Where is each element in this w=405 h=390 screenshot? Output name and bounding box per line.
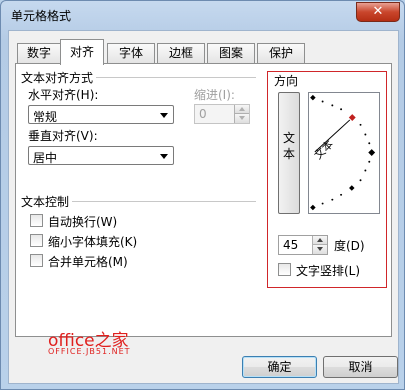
watermark-url: OFFICE.JB51.NET [48, 347, 131, 356]
degrees-label: 度(D) [334, 239, 365, 253]
close-button[interactable]: ✕ [356, 2, 400, 22]
degrees-decrease-button[interactable] [312, 245, 327, 254]
arrow-up-icon [239, 107, 245, 111]
dial-marker-top [310, 94, 316, 101]
vertical-align-label: 垂直对齐(V): [28, 129, 98, 143]
tab-patterns[interactable]: 图案 [207, 43, 255, 64]
vertical-text-button[interactable]: 文 本 [278, 92, 300, 214]
vertical-align-value: 居中 [33, 151, 58, 165]
vertical-text-char: 文 [283, 131, 296, 145]
orientation-dial[interactable]: 文本 [308, 92, 380, 214]
vertical-stack-label: 文字竖排(L) [296, 264, 361, 278]
wrap-text-checkbox[interactable] [30, 214, 43, 227]
cancel-button[interactable]: 取消 [323, 356, 398, 378]
merge-cells-checkbox[interactable] [30, 254, 43, 267]
indent-stepper[interactable]: 0 [194, 104, 250, 124]
orientation-group-label: 方向 [274, 72, 302, 89]
dial-marker-bottom [310, 204, 316, 211]
dial-marker-selected [348, 114, 356, 121]
degrees-stepper[interactable]: 45 [278, 235, 328, 255]
arrow-down-icon [239, 116, 245, 120]
shrink-to-fit-checkbox[interactable] [30, 234, 43, 247]
tab-border[interactable]: 边框 [157, 43, 205, 64]
indent-label: 缩进(I): [194, 88, 235, 102]
arrow-down-icon [317, 247, 323, 251]
degrees-value: 45 [283, 238, 299, 252]
text-alignment-group-label: 文本对齐方式 [21, 69, 97, 86]
ok-button[interactable]: 确定 [242, 356, 317, 378]
wrap-text-label: 自动换行(W) [48, 215, 118, 229]
text-control-group-label: 文本控制 [21, 193, 73, 210]
arrow-up-icon [317, 238, 323, 242]
tab-font[interactable]: 字体 [107, 43, 155, 64]
degrees-increase-button[interactable] [312, 236, 327, 245]
vertical-align-select[interactable]: 居中 [28, 146, 174, 165]
tab-protection[interactable]: 保护 [257, 43, 305, 64]
horizontal-align-value: 常规 [33, 110, 58, 124]
indent-increase-button[interactable] [234, 105, 249, 114]
chevron-down-icon [160, 113, 168, 118]
chevron-down-icon [160, 154, 168, 159]
horizontal-align-select[interactable]: 常规 [28, 105, 174, 124]
vertical-text-char: 本 [283, 147, 296, 161]
alignment-panel: 文本对齐方式 水平对齐(H): 常规 缩进(I): 0 垂直对齐(V): 居中 [15, 63, 392, 337]
shrink-to-fit-label: 缩小字体填充(K) [48, 235, 138, 249]
tab-alignment[interactable]: 对齐 [60, 39, 104, 65]
merge-cells-label: 合并单元格(M) [48, 255, 128, 269]
indent-value: 0 [199, 107, 207, 121]
indent-decrease-button[interactable] [234, 114, 249, 123]
indent-stepper-buttons [234, 105, 249, 123]
format-cells-dialog: 单元格格式 ✕ 数字 对齐 字体 边框 图案 保护 文本对齐方式 水平对齐(H)… [0, 0, 405, 390]
horizontal-align-label: 水平对齐(H): [28, 88, 99, 102]
dial-marker-middle [368, 149, 376, 156]
tab-number[interactable]: 数字 [17, 43, 61, 64]
window-title: 单元格格式 [11, 9, 72, 23]
title-bar[interactable]: 单元格格式 ✕ [1, 1, 404, 29]
vertical-stack-checkbox[interactable] [278, 263, 291, 276]
degrees-stepper-buttons [312, 236, 327, 254]
dial-text-label: 文本 [312, 137, 337, 162]
